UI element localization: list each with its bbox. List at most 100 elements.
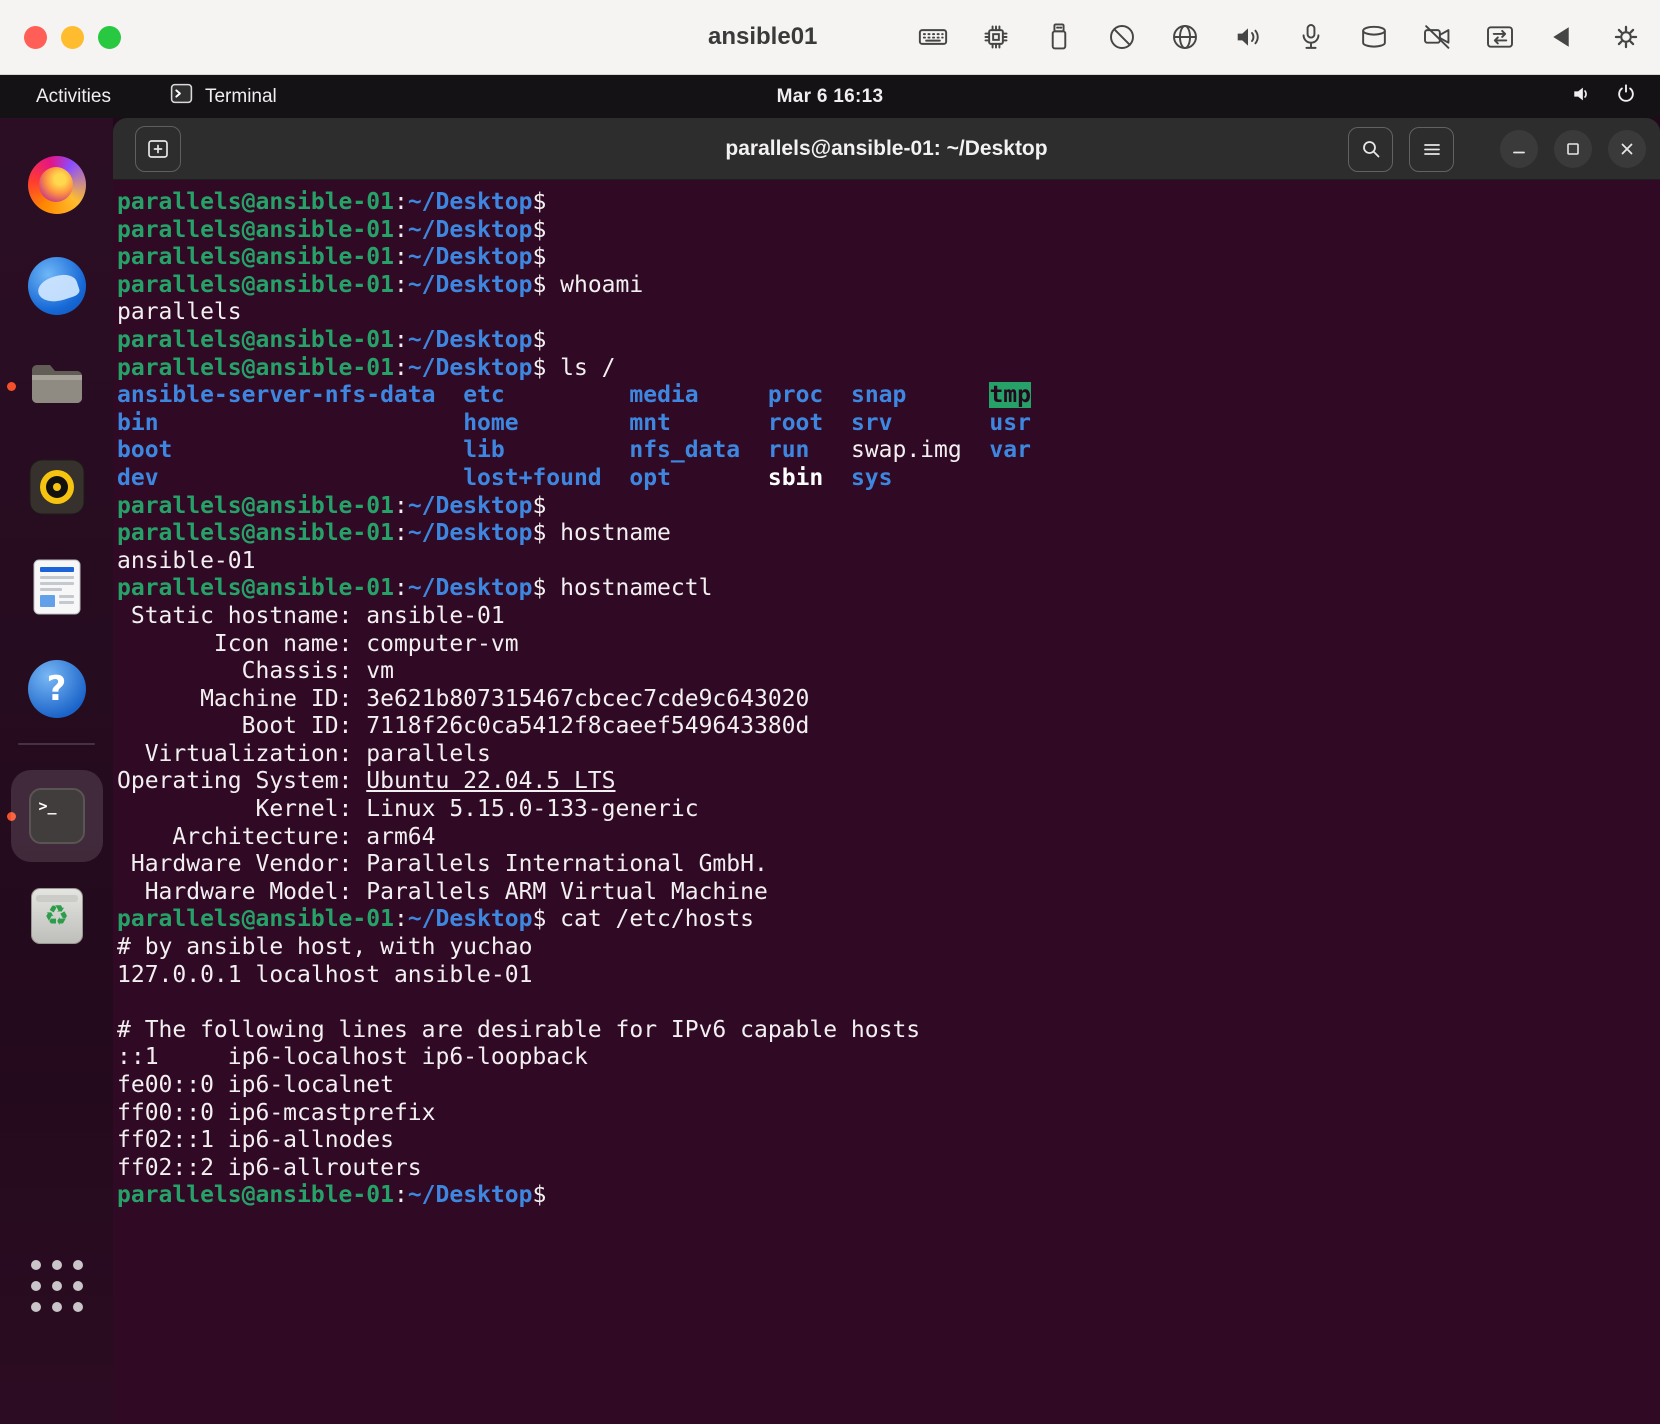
terminal-line: ::1 ip6-localhost ip6-loopback xyxy=(117,1044,1656,1072)
globe-icon[interactable] xyxy=(1169,21,1201,53)
terminal-line: Hardware Vendor: Parallels International… xyxy=(117,851,1656,879)
firefox-icon xyxy=(28,156,86,214)
dock-item-trash[interactable]: ♻ xyxy=(0,888,113,944)
maximize-icon xyxy=(1563,139,1583,159)
terminal-line: boot lib nfs_data run swap.img var xyxy=(117,437,1656,465)
terminal-line: bin home mnt root srv usr xyxy=(117,410,1656,438)
terminal-line: Operating System: Ubuntu 22.04.5 LTS xyxy=(117,768,1656,796)
help-question-icon: ? xyxy=(28,660,86,718)
gnome-top-bar: Activities Terminal Mar 6 16:13 xyxy=(0,75,1660,118)
terminal-line: parallels@ansible-01:~/Desktop$ cat /etc… xyxy=(117,906,1656,934)
terminal-header-bar[interactable]: parallels@ansible-01: ~/Desktop xyxy=(113,118,1660,180)
terminal-line: Architecture: arm64 xyxy=(117,824,1656,852)
minimize-icon xyxy=(1509,139,1529,159)
terminal-line: ff02::2 ip6-allrouters xyxy=(117,1155,1656,1183)
disk-icon[interactable] xyxy=(1358,21,1390,53)
clock[interactable]: Mar 6 16:13 xyxy=(777,86,884,108)
power-icon xyxy=(1614,82,1638,112)
terminal-line: 127.0.0.1 localhost ansible-01 xyxy=(117,962,1656,990)
terminal-line: ansible-01 xyxy=(117,548,1656,576)
terminal-line: parallels@ansible-01:~/Desktop$ xyxy=(117,217,1656,245)
terminal-line: ff02::1 ip6-allnodes xyxy=(117,1127,1656,1155)
terminal-window: parallels@ansible-01: ~/Desktop xyxy=(113,118,1660,1424)
screen: ansible01 Activities Terminal Mar 6 16:1… xyxy=(0,0,1660,1424)
terminal-line: Chassis: vm xyxy=(117,658,1656,686)
close-icon xyxy=(1617,139,1637,159)
terminal-line: Virtualization: parallels xyxy=(117,741,1656,769)
focused-app-name: Terminal xyxy=(205,86,277,108)
dock-separator xyxy=(18,743,95,745)
active-app-highlight: >_ xyxy=(11,770,103,862)
macos-menu-bar: ansible01 xyxy=(0,0,1660,75)
keyboard-icon[interactable] xyxy=(917,21,949,53)
terminal-line: Static hostname: ansible-01 xyxy=(117,603,1656,631)
dock-item-files[interactable] xyxy=(0,361,113,412)
dock-item-rhythmbox[interactable] xyxy=(0,459,113,520)
macos-zoom-button[interactable] xyxy=(98,26,121,49)
terminal-line: # by ansible host, with yuchao xyxy=(117,934,1656,962)
terminal-line: Machine ID: 3e621b807315467cbcec7cde9c64… xyxy=(117,686,1656,714)
window-switch-icon[interactable] xyxy=(1484,21,1516,53)
terminal-line: ansible-server-nfs-data etc media proc s… xyxy=(117,382,1656,410)
dock-item-thunderbird[interactable] xyxy=(0,257,113,315)
network-off-icon[interactable] xyxy=(1106,21,1138,53)
speaker-icon xyxy=(1570,82,1594,112)
macos-minimize-button[interactable] xyxy=(61,26,84,49)
dock-item-help[interactable]: ? xyxy=(0,660,113,718)
microphone-icon[interactable] xyxy=(1295,21,1327,53)
cpu-icon[interactable] xyxy=(980,21,1012,53)
traffic-lights xyxy=(24,26,121,49)
terminal-app-icon xyxy=(169,81,194,112)
focused-app-indicator[interactable]: Terminal xyxy=(169,81,277,112)
search-button[interactable] xyxy=(1348,127,1393,172)
maximize-button[interactable] xyxy=(1554,130,1592,168)
macos-close-button[interactable] xyxy=(24,26,47,49)
files-folder-icon xyxy=(29,361,85,412)
trash-recycle-icon: ♻ xyxy=(31,888,83,944)
hamburger-menu-icon xyxy=(1420,137,1444,161)
terminal-line: parallels@ansible-01:~/Desktop$ whoami xyxy=(117,272,1656,300)
terminal-line: parallels@ansible-01:~/Desktop$ xyxy=(117,244,1656,272)
menu-button[interactable] xyxy=(1409,127,1454,172)
dock: ? >_ ♻ xyxy=(0,118,113,1424)
settings-gear-icon[interactable] xyxy=(1610,21,1642,53)
thunderbird-icon xyxy=(28,257,86,315)
terminal-line: parallels@ansible-01:~/Desktop$ ls / xyxy=(117,355,1656,383)
terminal-line: parallels@ansible-01:~/Desktop$ xyxy=(117,189,1656,217)
rhythmbox-speaker-icon xyxy=(29,459,85,520)
minimize-button[interactable] xyxy=(1500,130,1538,168)
camera-off-icon[interactable] xyxy=(1421,21,1453,53)
vm-window-title: ansible01 xyxy=(708,23,817,51)
system-status-area[interactable] xyxy=(1570,82,1638,112)
terminal-line: parallels@ansible-01:~/Desktop$ xyxy=(117,493,1656,521)
usb-icon[interactable] xyxy=(1043,21,1075,53)
parallels-icon[interactable] xyxy=(1547,21,1579,53)
window-controls xyxy=(1348,126,1646,172)
terminal-line: parallels@ansible-01:~/Desktop$ xyxy=(117,327,1656,355)
new-tab-button[interactable] xyxy=(135,126,181,172)
terminal-line: ff00::0 ip6-mcastprefix xyxy=(117,1100,1656,1128)
terminal-output[interactable]: parallels@ansible-01:~/Desktop$parallels… xyxy=(113,180,1660,1424)
show-applications-button[interactable] xyxy=(31,1260,83,1312)
dock-item-firefox[interactable] xyxy=(0,156,113,214)
terminal-window-title: parallels@ansible-01: ~/Desktop xyxy=(725,137,1047,161)
terminal-line: parallels@ansible-01:~/Desktop$ xyxy=(117,1182,1656,1210)
terminal-line: parallels@ansible-01:~/Desktop$ hostname… xyxy=(117,575,1656,603)
workspace: ? >_ ♻ parallels@ansible-01: ~/Deskt xyxy=(0,118,1660,1424)
terminal-line: parallels xyxy=(117,299,1656,327)
terminal-line: Kernel: Linux 5.15.0-133-generic xyxy=(117,796,1656,824)
terminal-line xyxy=(117,989,1656,1017)
terminal-line: # The following lines are desirable for … xyxy=(117,1017,1656,1045)
terminal-icon: >_ xyxy=(29,788,85,844)
libreoffice-document-icon xyxy=(33,559,81,620)
volume-icon[interactable] xyxy=(1232,21,1264,53)
terminal-line: Icon name: computer-vm xyxy=(117,631,1656,659)
dock-item-libreoffice[interactable] xyxy=(0,559,113,620)
terminal-line: fe00::0 ip6-localnet xyxy=(117,1072,1656,1100)
activities-button[interactable]: Activities xyxy=(26,84,121,110)
terminal-line: Boot ID: 7118f26c0ca5412f8caeef549643380… xyxy=(117,713,1656,741)
close-button[interactable] xyxy=(1608,130,1646,168)
terminal-line: Hardware Model: Parallels ARM Virtual Ma… xyxy=(117,879,1656,907)
terminal-line: parallels@ansible-01:~/Desktop$ hostname xyxy=(117,520,1656,548)
dock-item-terminal[interactable]: >_ xyxy=(0,770,113,862)
